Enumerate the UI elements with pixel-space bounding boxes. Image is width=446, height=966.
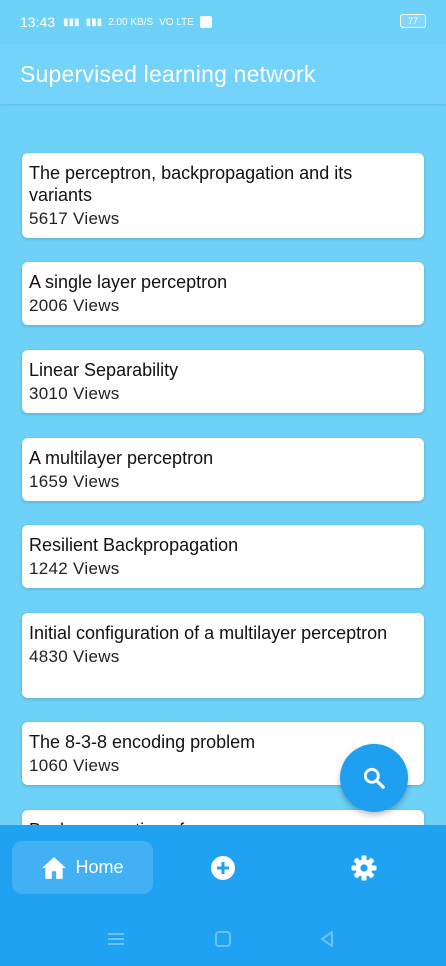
nav-home-label: Home [75,857,124,877]
list-item-views: 2006 Views [29,296,120,315]
list-item-views: 3010 Views [29,384,120,403]
carrier-label: VO LTE [159,16,194,28]
signal-icon: ▮▮▮ [63,16,80,28]
status-time: 13:43 [20,14,56,30]
list-item[interactable]: A single layer perceptron 2006 Views [22,262,424,325]
list-item-title: The perceptron, backpropagation and its … [29,163,353,205]
home-square-icon[interactable] [214,930,232,948]
bottom-navigation: Home [0,825,446,966]
back-icon[interactable] [318,930,336,948]
app-bar: Supervised learning network [0,44,446,104]
gear-icon [351,855,377,881]
list-item-title: Resilient Backpropagation [29,535,239,555]
list-item[interactable]: The perceptron, backpropagation and its … [22,153,424,238]
list-item-title: Initial configuration of a multilayer pe… [29,623,388,643]
status-icons: ▮▮▮ ▮▮▮ 2.00 KB/S VO LTE [63,16,212,28]
add-circle-icon [211,856,235,880]
network-speed: 2.00 KB/S [108,16,154,28]
battery-icon: 77 [400,14,426,28]
signal-icon-2: ▮▮▮ [85,16,103,28]
list-item[interactable]: Initial configuration of a multilayer pe… [22,613,424,698]
list-item[interactable]: Resilient Backpropagation 1242 Views [22,525,424,588]
nav-home-tab[interactable]: Home [12,841,153,894]
status-bar: 13:43 ▮▮▮ ▮▮▮ 2.00 KB/S VO LTE 77 [0,0,446,44]
page-title: Supervised learning network [20,60,316,87]
list-item-title: Linear Separability [29,360,179,380]
list-item[interactable]: A multilayer perceptron 1659 Views [22,438,424,501]
nav-add-tab[interactable] [209,854,237,882]
system-navigation-bar [0,925,446,955]
list-item[interactable]: Linear Separability 3010 Views [22,350,424,413]
battery-level: 77 [407,16,418,26]
nav-settings-tab[interactable] [350,854,378,882]
list-item-views: 1659 Views [29,472,120,491]
home-icon [42,856,67,879]
list-item-title: A single layer perceptron [29,272,228,292]
list-item-views: 5617 Views [29,209,120,228]
list-item-views: 4830 Views [29,647,120,666]
search-icon [363,767,385,789]
list-item-title: A multilayer perceptron [29,448,214,468]
list-item-views: 1242 Views [29,559,120,578]
menu-icon[interactable] [106,931,126,947]
notification-icon [199,16,212,28]
search-button[interactable] [340,744,408,812]
